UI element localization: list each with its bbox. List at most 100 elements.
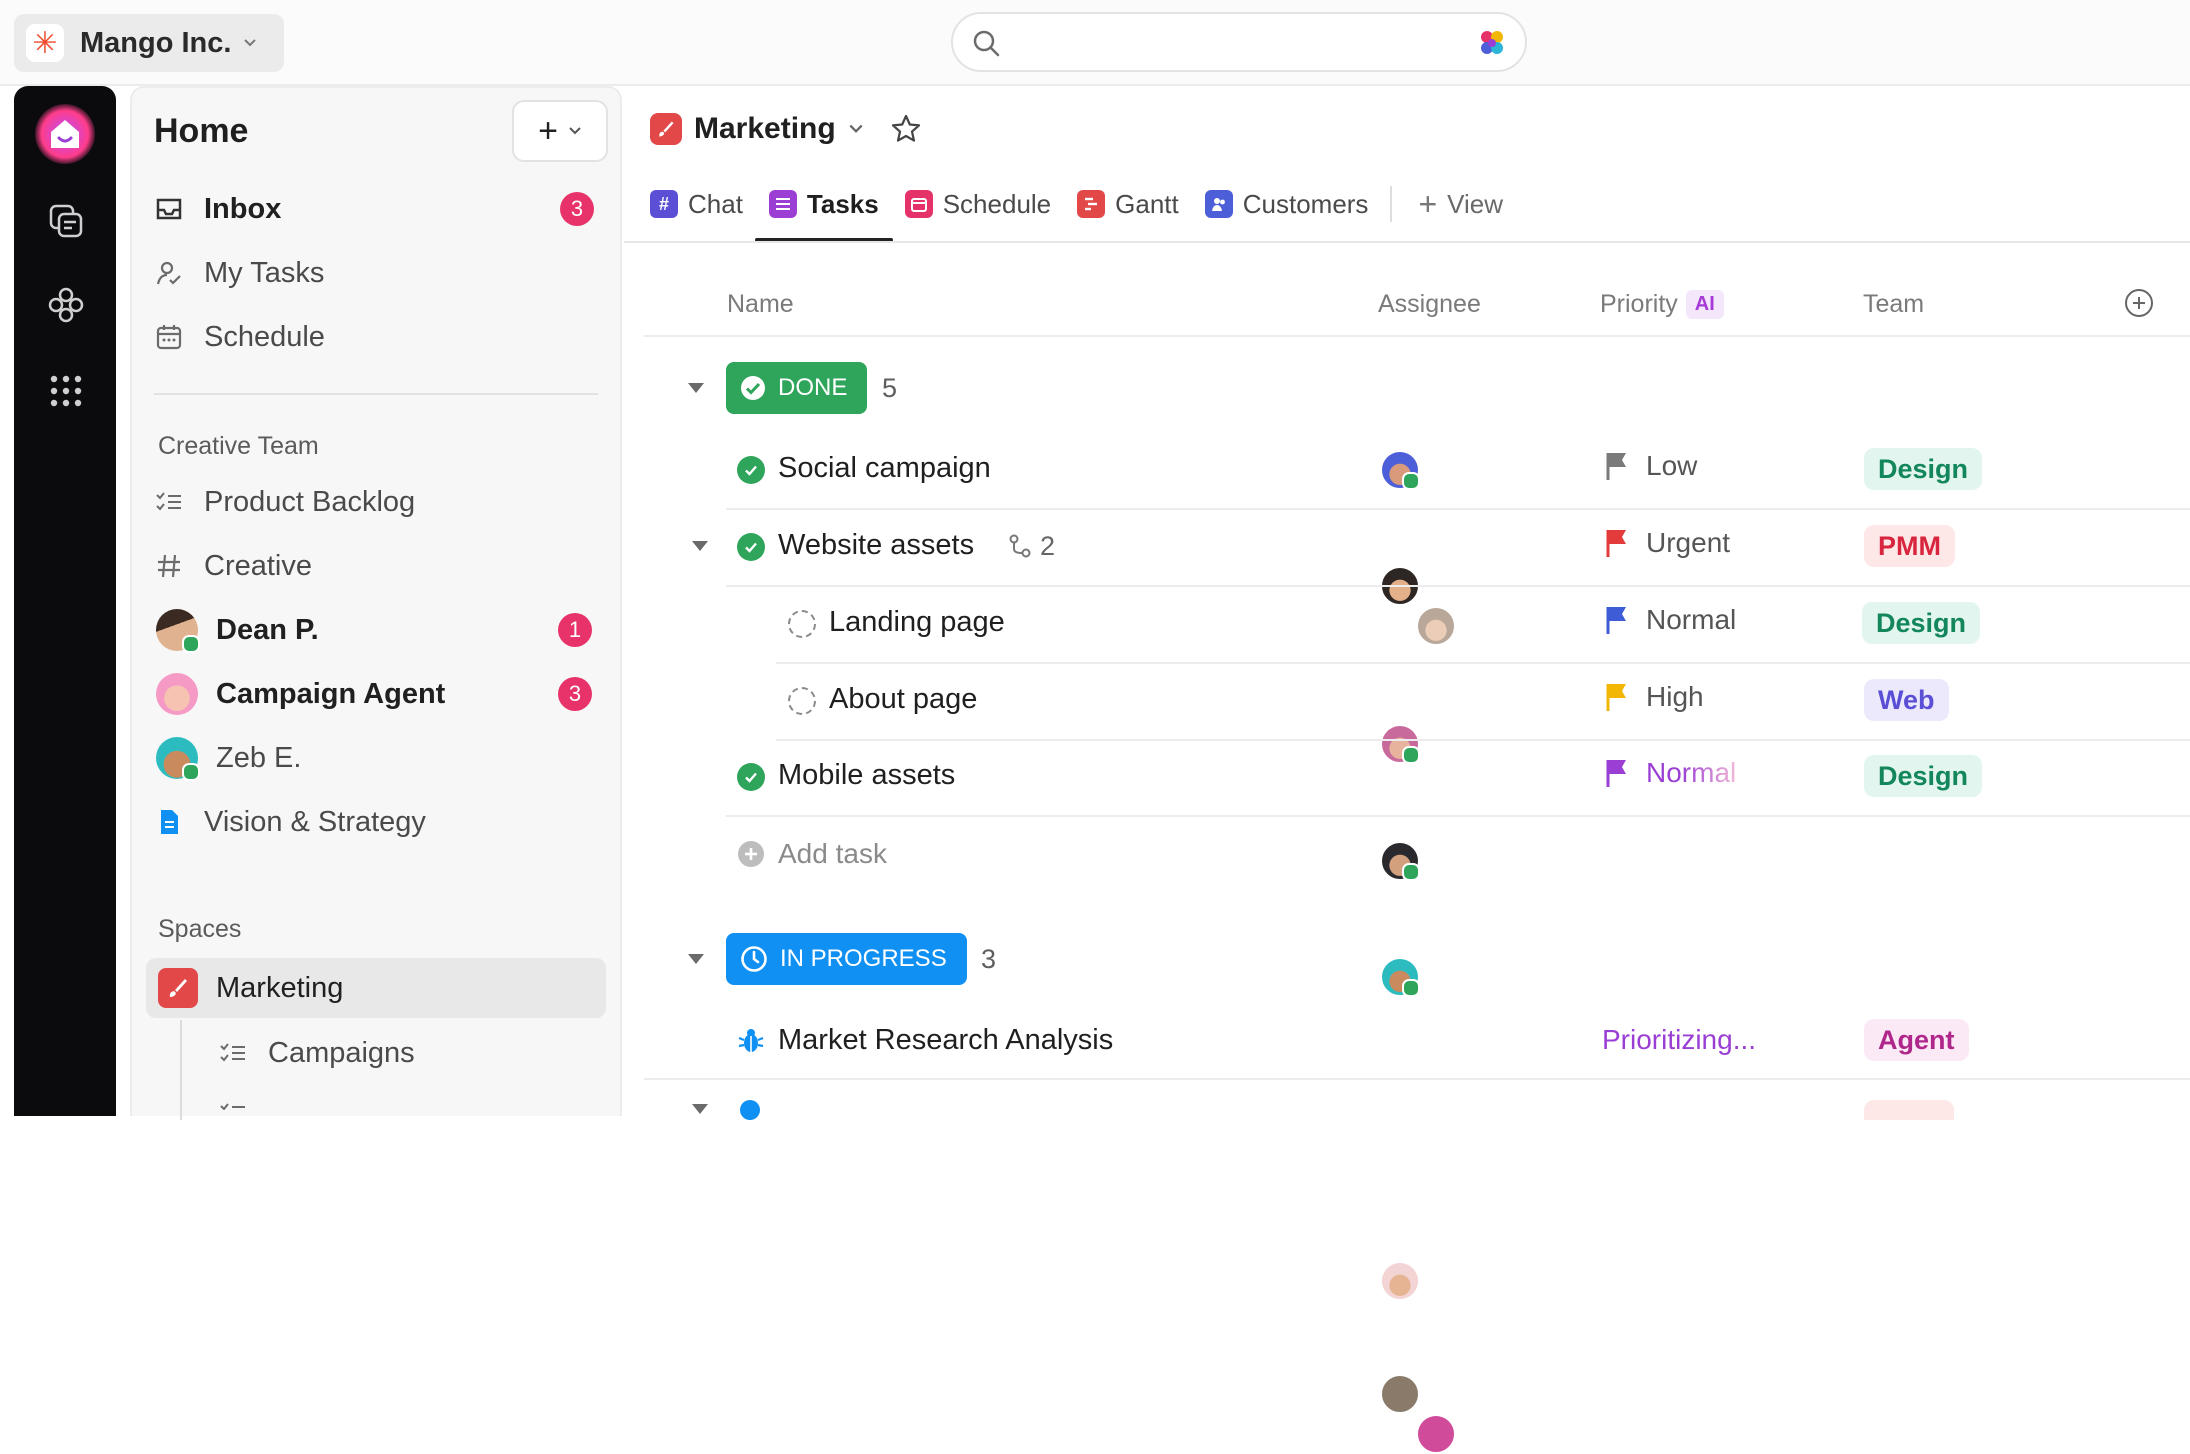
task-name[interactable]: Market Research Analysis	[778, 1024, 1113, 1057]
team-tag[interactable]: Agent	[1864, 1019, 1969, 1061]
collapse-caret-icon[interactable]	[688, 383, 704, 393]
add-task-label: Add task	[778, 838, 887, 869]
priority-cell[interactable]: Normal	[1604, 757, 1736, 789]
sidebar-item-label: My Tasks	[204, 256, 325, 289]
apps-grid-icon[interactable]	[47, 372, 85, 410]
sidebar-item-label: Product Backlog	[204, 485, 416, 518]
status-done-icon[interactable]	[737, 456, 765, 484]
checklist-icon	[220, 1103, 245, 1110]
paintbrush-icon	[650, 113, 682, 145]
sidebar-item-product-backlog[interactable]: Product Backlog	[154, 477, 415, 527]
chevron-down-icon[interactable]	[848, 121, 864, 137]
sidebar-item-campaign-agent[interactable]: Campaign Agent 3	[156, 669, 592, 719]
assignee-avatar[interactable]	[1416, 1414, 1456, 1454]
priority-prioritizing[interactable]: Prioritizing...	[1602, 1024, 1756, 1056]
expand-caret-icon[interactable]	[692, 541, 708, 551]
sidebar-item-label: Inbox	[204, 192, 282, 225]
add-task-button[interactable]: Add task	[737, 838, 887, 870]
flag-high-icon	[1606, 684, 1626, 711]
group-count: 3	[981, 944, 997, 974]
status-group-done[interactable]: DONE	[726, 362, 868, 414]
sidebar-item-marketing[interactable]: Marketing	[158, 963, 343, 1013]
bug-icon[interactable]	[736, 1026, 766, 1056]
chat-icon[interactable]	[47, 202, 85, 240]
team-tag[interactable]: Design	[1864, 448, 1983, 490]
workspace-switcher[interactable]: ✳ Mango Inc.	[14, 14, 284, 72]
priority-cell[interactable]: Urgent	[1604, 527, 1730, 559]
collapse-caret-icon[interactable]	[688, 954, 704, 964]
subtask-count[interactable]: 2	[1008, 531, 1055, 562]
team-tag[interactable]: Design	[1864, 755, 1983, 797]
assignee-avatar[interactable]	[1380, 1374, 1420, 1414]
column-header-team[interactable]: Team	[1863, 290, 1924, 319]
task-name[interactable]: Mobile assets	[778, 759, 955, 792]
row-divider	[644, 1078, 2190, 1080]
status-done-icon[interactable]	[737, 533, 765, 561]
task-name[interactable]: About page	[829, 683, 977, 716]
task-name[interactable]: Landing page	[829, 606, 1005, 639]
tab-tasks[interactable]: Tasks	[754, 180, 893, 242]
sidebar-item-my-tasks[interactable]: My Tasks	[154, 248, 324, 298]
view-tabs: # Chat Tasks Schedule Gantt Customers + …	[650, 180, 1529, 242]
star-icon[interactable]	[890, 113, 922, 145]
search-bar[interactable]	[951, 12, 1527, 72]
assignee-avatar[interactable]	[1380, 450, 1420, 490]
sidebar-item-zeb[interactable]: Zeb E.	[156, 733, 301, 783]
status-done-icon[interactable]	[737, 763, 765, 791]
ai-hub-icon[interactable]	[47, 286, 85, 324]
avatar	[156, 609, 200, 653]
inbox-count-badge: 3	[560, 192, 594, 226]
priority-cell[interactable]: Normal	[1604, 604, 1736, 636]
sidebar-item-inbox[interactable]: Inbox 3	[154, 184, 594, 234]
sidebar-title: Home	[154, 112, 249, 150]
team-tag[interactable]	[1864, 1100, 1954, 1120]
ai-brain-icon[interactable]	[1477, 28, 1507, 58]
tab-schedule[interactable]: Schedule	[904, 180, 1051, 228]
assignee-avatar[interactable]	[1380, 841, 1420, 881]
sidebar-item-dean[interactable]: Dean P. 1	[156, 605, 592, 655]
sidebar-item-creative[interactable]: Creative	[154, 541, 312, 591]
header-divider	[644, 335, 2190, 337]
expand-caret-icon[interactable]	[692, 1104, 708, 1114]
chevron-down-icon	[569, 127, 581, 135]
tab-customers[interactable]: Customers	[1204, 180, 1368, 228]
search-input[interactable]	[1013, 24, 1437, 62]
team-tag[interactable]: Web	[1864, 679, 1949, 721]
column-header-name[interactable]: Name	[727, 290, 794, 319]
status-open-icon[interactable]	[788, 610, 816, 638]
online-indicator	[1402, 979, 1420, 997]
sidebar-item-campaigns[interactable]: Campaigns	[218, 1028, 415, 1078]
calendar-icon	[156, 325, 182, 350]
task-name[interactable]: Website assets	[778, 529, 974, 562]
priority-cell[interactable]: High	[1604, 681, 1704, 713]
tab-gantt[interactable]: Gantt	[1077, 180, 1179, 228]
add-column-icon[interactable]	[2123, 287, 2155, 319]
online-indicator	[1402, 746, 1420, 764]
sidebar-item-label: Dean P.	[216, 613, 319, 646]
column-header-assignee[interactable]: Assignee	[1378, 290, 1481, 319]
column-header-priority[interactable]: Priority AI	[1600, 290, 1724, 319]
create-button[interactable]: +	[512, 100, 608, 162]
task-name[interactable]: Social campaign	[778, 452, 991, 485]
add-view-button[interactable]: + View	[1418, 180, 1503, 228]
team-tag[interactable]: PMM	[1864, 525, 1955, 567]
assignee-avatar[interactable]	[1380, 724, 1420, 764]
home-icon[interactable]	[45, 114, 85, 154]
priority-cell[interactable]: Low	[1604, 450, 1697, 482]
unread-badge: 3	[558, 677, 592, 711]
space-header[interactable]: Marketing	[650, 112, 922, 146]
assignee-avatar[interactable]	[1380, 1261, 1420, 1301]
tab-label: Chat	[688, 188, 743, 219]
priority-label: Urgent	[1646, 527, 1731, 558]
status-group-in-progress[interactable]: IN PROGRESS	[726, 933, 967, 985]
status-open-icon[interactable]	[788, 687, 816, 715]
tab-chat[interactable]: # Chat	[650, 180, 743, 228]
assignee-avatar[interactable]	[1380, 957, 1420, 997]
online-indicator	[1402, 472, 1420, 490]
team-tag[interactable]: Design	[1862, 602, 1981, 644]
sidebar-item-vision-strategy[interactable]: Vision & Strategy	[154, 797, 426, 847]
paintbrush-icon	[158, 968, 198, 1008]
assignee-avatar[interactable]	[1416, 606, 1456, 646]
sidebar-item-schedule[interactable]: Schedule	[154, 312, 325, 362]
flag-urgent-icon	[1606, 530, 1626, 557]
